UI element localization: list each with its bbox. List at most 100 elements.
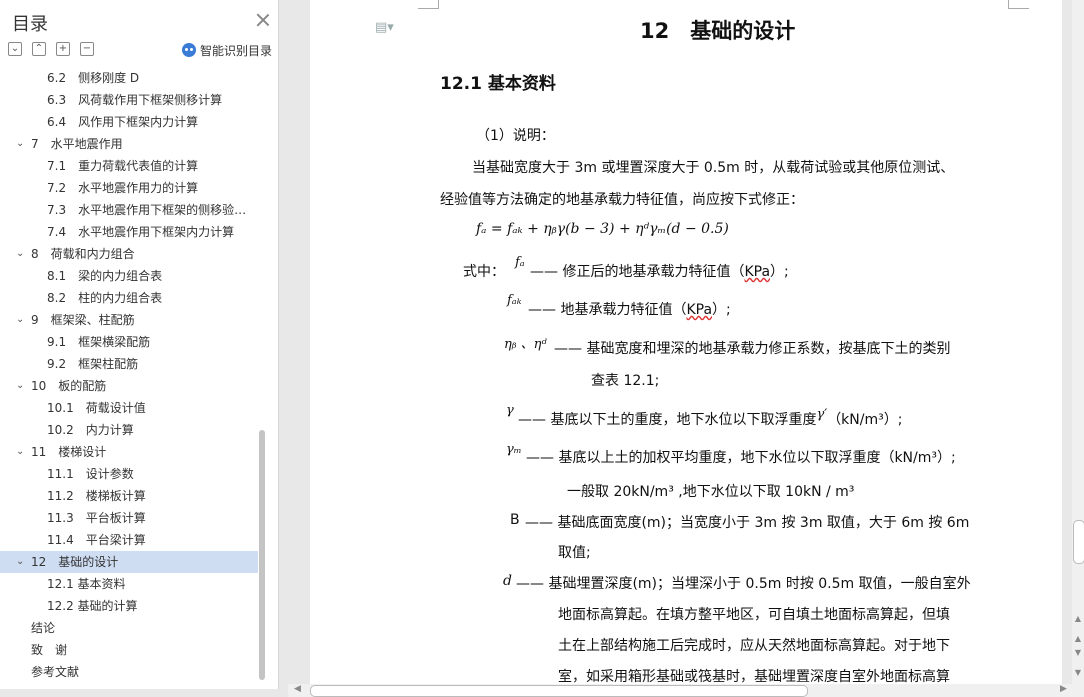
symbol-fak: fₐₖ <box>507 293 522 308</box>
note-label: （1）说明： <box>476 128 555 144</box>
definition-d-line: 室，如采用箱形基础或筏基时，基础埋置深度自室外地面标高算 <box>558 669 950 685</box>
toc-list: 6.2 侧移刚度 D 6.3 风荷载作用下框架侧移计算 6.4 风作用下框架内力计算… <box>0 67 258 687</box>
definition-gamma: —— 基底以下土的重度，地下水位以下取浮重度γ′（kN/m³）; <box>518 407 902 429</box>
smart-toc-button[interactable]: 智能识别目录 <box>182 42 272 59</box>
toc-item[interactable]: 11.2 楼梯板计算 <box>0 485 258 507</box>
collapse-all-icon[interactable]: ⌃ <box>32 42 46 56</box>
toc-item-label: 7.4 水平地震作用下框架内力计算 <box>47 225 235 239</box>
toc-item-label: 7 水平地震作用 <box>31 137 123 151</box>
toc-item[interactable]: ⌄ 8 荷载和内力组合 <box>0 243 258 265</box>
toc-sidebar: 目录 ⌄ ⌃ + − 智能识别目录 6.2 侧移刚度 D 6.3 风荷载作用下框架… <box>0 0 279 689</box>
toc-item[interactable]: 7.3 水平地震作用下框架的侧移验… <box>0 199 258 221</box>
toc-item-label: 8.2 柱的内力组合表 <box>47 291 163 305</box>
toc-item[interactable]: 12.2 基础的计算 <box>0 595 258 617</box>
toc-item[interactable]: 6.4 风作用下框架内力计算 <box>0 111 258 133</box>
toc-item[interactable]: 9.1 框架横梁配筋 <box>0 331 258 353</box>
toc-item-label: 12.1 基本资料 <box>47 577 126 591</box>
toc-item-label: 6.4 风作用下框架内力计算 <box>47 115 199 129</box>
toc-item-label: 10.1 荷载设计值 <box>47 401 146 415</box>
toc-item-label: 9.2 框架柱配筋 <box>47 357 139 371</box>
toc-title: 目录 <box>12 14 48 35</box>
definition-b-cont: 取值; <box>558 545 591 561</box>
toc-item-label: 致 谢 <box>31 643 68 657</box>
toc-item[interactable]: 6.2 侧移刚度 D <box>0 67 258 89</box>
scroll-left-icon[interactable]: ◀ <box>294 684 301 694</box>
toc-scrollbar-thumb[interactable] <box>259 430 265 680</box>
definition-gamma-m: —— 基底以上土的加权平均重度，地下水位以下取浮重度（kN/m³）; <box>526 450 956 466</box>
toc-item-label: 6.2 侧移刚度 D <box>47 71 140 85</box>
toc-item-label: 参考文献 <box>31 665 80 679</box>
scroll-right-icon[interactable]: ▶ <box>1060 684 1067 694</box>
symbol-fa: fₐ <box>515 255 525 270</box>
toc-item-label: 11.4 平台梁计算 <box>47 533 146 547</box>
toc-item[interactable]: 11.3 平台板计算 <box>0 507 258 529</box>
toc-item[interactable]: ⌄ 12 基础的设计 <box>0 551 258 573</box>
toc-item[interactable]: 8.1 梁的内力组合表 <box>0 265 258 287</box>
ai-robot-icon <box>182 43 196 57</box>
toc-item[interactable]: 11.4 平台梁计算 <box>0 529 258 551</box>
toc-item[interactable]: 7.1 重力荷载代表值的计算 <box>0 155 258 177</box>
page-corner-mark <box>418 0 439 9</box>
toc-item[interactable]: ⌄ 11 楼梯设计 <box>0 441 258 463</box>
formula: fₐ = fₐₖ + ηᵦγ(b − 3) + ηᵈγₘ(d − 0.5) <box>476 221 729 237</box>
chevron-down-icon[interactable]: ⌄ <box>16 551 24 573</box>
toc-item-label: 10.2 内力计算 <box>47 423 134 437</box>
toc-item-label: 10 板的配筋 <box>31 379 107 393</box>
toc-item[interactable]: 10.1 荷载设计值 <box>0 397 258 419</box>
paragraph-line: 当基础宽度大于 3m 或埋置深度大于 0.5m 时，从载荷试验或其他原位测试、 <box>472 160 955 176</box>
toc-item[interactable]: 9.2 框架柱配筋 <box>0 353 258 375</box>
toc-item[interactable]: 6.3 风荷载作用下框架侧移计算 <box>0 89 258 111</box>
symbol-gamma-prime: γ′ <box>816 407 828 422</box>
chevron-down-icon[interactable]: ⌄ <box>16 243 24 265</box>
symbol-d: d <box>503 573 512 589</box>
chevron-down-icon[interactable]: ⌄ <box>16 133 24 155</box>
chevron-down-icon[interactable]: ⌄ <box>16 375 24 397</box>
toc-item-label: 8 荷载和内力组合 <box>31 247 135 261</box>
definition-d-line: 土在上部结构施工后完成时，应从天然地面标高算起。对于地下 <box>558 638 950 654</box>
toc-item-label: 7.2 水平地震作用力的计算 <box>47 181 199 195</box>
symbol-eta: ηᵦ 、ηᵈ <box>504 337 547 352</box>
toc-item[interactable]: 7.4 水平地震作用下框架内力计算 <box>0 221 258 243</box>
section-title: 12.1 基本资料 <box>440 74 556 94</box>
toc-item-label: 9.1 框架横梁配筋 <box>47 335 151 349</box>
toc-item[interactable]: 参考文献 <box>0 661 258 683</box>
toc-item[interactable]: 8.2 柱的内力组合表 <box>0 287 258 309</box>
definition-text: ）; <box>770 264 789 280</box>
scroll-up-icon[interactable]: ▲ <box>1074 634 1082 643</box>
toc-item[interactable]: 10.2 内力计算 <box>0 419 258 441</box>
toc-item[interactable]: 12.1 基本资料 <box>0 573 258 595</box>
unit-kpa: KPa <box>744 264 771 280</box>
toc-item[interactable]: 结论 <box>0 617 258 639</box>
remove-level-icon[interactable]: − <box>80 42 94 56</box>
where-label: 式中： <box>463 264 505 280</box>
toc-item[interactable]: 11.1 设计参数 <box>0 463 258 485</box>
toc-item[interactable]: ⌄ 9 框架梁、柱配筋 <box>0 309 258 331</box>
scroll-down-icon[interactable]: ▼ <box>1074 648 1082 657</box>
toc-item[interactable]: ⌄ 7 水平地震作用 <box>0 133 258 155</box>
toc-item[interactable]: 7.2 水平地震作用力的计算 <box>0 177 258 199</box>
scroll-up-icon[interactable]: ▲ <box>1074 614 1082 623</box>
scroll-down-icon[interactable]: ▼ <box>1074 668 1082 677</box>
toc-item-label: 结论 <box>31 621 56 635</box>
definition-d: —— 基础埋置深度(m)；当埋深小于 0.5m 时按 0.5m 取值，一般自室外 <box>516 576 971 592</box>
definition-gamma-m-cont: 一般取 20kN/m³ ,地下水位以下取 10kN / m³ <box>567 484 855 500</box>
toc-item-label: 6.3 风荷载作用下框架侧移计算 <box>47 93 223 107</box>
definition-text: —— 地基承载力特征值（ <box>528 302 687 318</box>
chevron-down-icon[interactable]: ⌄ <box>16 441 24 463</box>
vertical-scrollbar[interactable] <box>1072 0 1084 697</box>
add-level-icon[interactable]: + <box>56 42 70 56</box>
definition-text: —— 基底以下土的重度，地下水位以下取浮重度 <box>518 412 817 428</box>
expand-all-icon[interactable]: ⌄ <box>8 42 22 56</box>
toc-item-label: 7.3 水平地震作用下框架的侧移验… <box>47 203 247 217</box>
definition-eta: —— 基础宽度和埋深的地基承载力修正系数，按基底下土的类别 <box>554 341 951 357</box>
horizontal-scrollbar-thumb[interactable] <box>310 685 808 697</box>
vertical-scrollbar-thumb[interactable] <box>1073 520 1084 564</box>
definition-text: —— 修正后的地基承载力特征值（ <box>530 264 745 280</box>
toc-item[interactable]: ⌄ 10 板的配筋 <box>0 375 258 397</box>
close-icon[interactable] <box>255 12 271 28</box>
document-options-icon[interactable]: ▤▾ <box>375 20 394 35</box>
toc-item-label: 11 楼梯设计 <box>31 445 107 459</box>
toc-item[interactable]: 致 谢 <box>0 639 258 661</box>
chevron-down-icon[interactable]: ⌄ <box>16 309 24 331</box>
paragraph-line: 经验值等方法确定的地基承载力特征值，尚应按下式修正： <box>440 192 804 208</box>
